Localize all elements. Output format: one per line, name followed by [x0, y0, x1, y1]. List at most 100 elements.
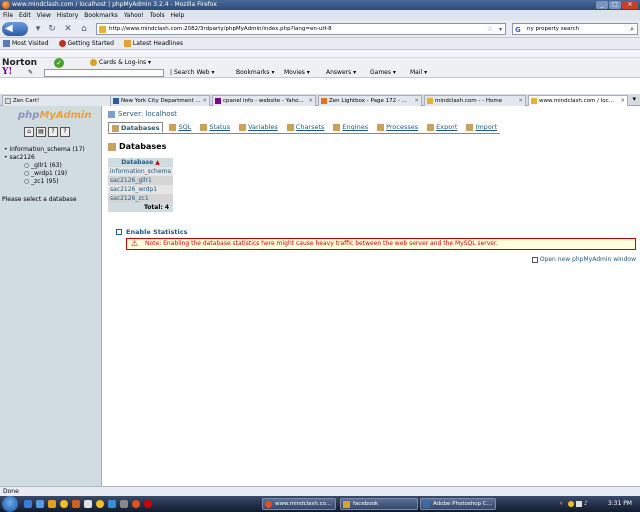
- menu-file[interactable]: File: [3, 12, 13, 19]
- menu-yahoo[interactable]: Yahoo!: [124, 12, 144, 19]
- google-icon[interactable]: G: [515, 25, 521, 36]
- home-icon[interactable]: ⌂: [24, 127, 34, 137]
- yahoo-movies[interactable]: Movies ▾: [284, 69, 310, 76]
- tab-list-icon[interactable]: ▾: [632, 95, 636, 103]
- tab-close-icon[interactable]: ✕: [518, 96, 523, 106]
- tree-subitem[interactable]: ○ _gllr1 (63): [4, 162, 85, 170]
- tray-expand-icon[interactable]: ‹: [560, 496, 562, 512]
- url-dropdown-icon[interactable]: ▾: [499, 24, 502, 35]
- tree-item-information-schema[interactable]: • information_schema (17): [4, 146, 85, 154]
- yahoo-logo[interactable]: Y!: [2, 67, 12, 77]
- taskbar-item-facebook[interactable]: facebook: [340, 498, 418, 510]
- tab-phpmyadmin-active[interactable]: www.mindclash.com / loc... ✕: [528, 95, 628, 106]
- maximize-button[interactable]: □: [609, 1, 621, 9]
- menu-help[interactable]: Help: [171, 12, 185, 19]
- norton-cards-button[interactable]: Cards & Log-ins ▾: [90, 59, 151, 66]
- search-input[interactable]: G ny property search ⌕: [512, 23, 638, 35]
- open-new-window-link[interactable]: Open new phpMyAdmin window: [531, 256, 636, 263]
- server-breadcrumb[interactable]: Server: localhost: [108, 110, 177, 118]
- tab-variables[interactable]: Variables: [236, 122, 281, 133]
- database-column-header[interactable]: Database ▲: [108, 158, 174, 167]
- menu-edit[interactable]: Edit: [19, 12, 31, 19]
- bookmark-latest-headlines[interactable]: Latest Headlines: [123, 40, 183, 47]
- tree-item-sac2126[interactable]: • sac2126: [4, 154, 85, 162]
- yahoo-bookmarks[interactable]: Bookmarks ▾: [236, 69, 274, 76]
- tab-close-icon[interactable]: ✕: [414, 96, 419, 106]
- quicklaunch-app-icon[interactable]: [96, 500, 104, 508]
- quicklaunch-explorer-icon[interactable]: [24, 500, 32, 508]
- enable-statistics-link[interactable]: Enable Statistics: [116, 228, 187, 236]
- tray-network-icon[interactable]: [576, 501, 582, 507]
- tab-cpanel-info[interactable]: cpanel info - website - Yaho... ✕: [212, 95, 316, 106]
- phpmyadmin-logo[interactable]: phpMyAdmin: [18, 110, 91, 121]
- yahoo-search-input[interactable]: [44, 69, 164, 77]
- tray-volume-icon[interactable]: ♪: [584, 496, 588, 512]
- close-button[interactable]: ✕: [622, 1, 638, 9]
- navigation-toolbar: ◀ ▾ ↻ ✕ ⌂ http://www.mindclash.com:2082/…: [0, 20, 640, 38]
- yahoo-mail[interactable]: Mail ▾: [410, 69, 427, 76]
- tab-close-icon[interactable]: ✕: [620, 96, 625, 106]
- bookmark-most-visited[interactable]: Most Visited: [3, 40, 49, 47]
- start-button[interactable]: [2, 496, 18, 512]
- home-icon[interactable]: ⌂: [78, 23, 90, 35]
- pencil-icon[interactable]: ✎: [28, 69, 33, 76]
- sql-docs-icon[interactable]: ?: [60, 127, 70, 137]
- quicklaunch-folder-icon[interactable]: [48, 500, 56, 508]
- tab-export[interactable]: Export: [424, 122, 460, 133]
- taskbar-clock[interactable]: 3:31 PM: [608, 496, 632, 512]
- tab-zen-lightbox[interactable]: Zen Lightbox - Page 172 - ... ✕: [318, 95, 422, 106]
- menu-bookmarks[interactable]: Bookmarks: [84, 12, 118, 19]
- taskbar-item-firefox[interactable]: www.mindclash.co...: [262, 498, 336, 510]
- docs-icon[interactable]: ?: [48, 127, 58, 137]
- tab-engines[interactable]: Engines: [330, 122, 371, 133]
- tab-mindclash-home[interactable]: mindclash.com - - Home ✕: [424, 95, 526, 106]
- tab-processes[interactable]: Processes: [374, 122, 421, 133]
- menu-tools[interactable]: Tools: [150, 12, 165, 19]
- norton-check-icon[interactable]: ✓: [54, 58, 64, 68]
- database-link[interactable]: sac2126_wrdp1: [108, 185, 174, 194]
- tab-charsets[interactable]: Charsets: [284, 122, 328, 133]
- yahoo-answers[interactable]: Answers ▾: [326, 69, 356, 76]
- tree-subitem[interactable]: ○ _zc1 (95): [4, 178, 85, 186]
- url-bar[interactable]: http://www.mindclash.com:2082/3rdparty/p…: [96, 23, 506, 35]
- bookmark-getting-started[interactable]: Getting Started: [58, 40, 114, 47]
- minimize-button[interactable]: _: [596, 1, 608, 9]
- quicklaunch-app-icon[interactable]: [84, 500, 92, 508]
- sql-query-icon[interactable]: ▤: [36, 127, 46, 137]
- quicklaunch-desktop-icon[interactable]: [36, 500, 44, 508]
- quicklaunch-ie-icon[interactable]: [108, 500, 116, 508]
- table-header-row: Database ▲: [108, 158, 174, 167]
- quicklaunch-app-icon[interactable]: [72, 500, 80, 508]
- tray-app-icon[interactable]: [568, 501, 574, 507]
- back-button[interactable]: ◀: [2, 22, 28, 36]
- menu-history[interactable]: History: [57, 12, 78, 19]
- task-label: Adobe Photoshop C...: [433, 501, 492, 507]
- quicklaunch-firefox-icon[interactable]: [132, 500, 140, 508]
- quicklaunch-messenger-icon[interactable]: [60, 500, 68, 508]
- tab-status[interactable]: Status: [197, 122, 233, 133]
- tab-nyc-department[interactable]: New York City Department ... ✕: [110, 95, 210, 106]
- search-icon[interactable]: ⌕: [630, 24, 634, 35]
- forward-dropdown-icon[interactable]: ▾: [32, 23, 44, 35]
- quicklaunch-app-icon[interactable]: [120, 500, 128, 508]
- tab-databases[interactable]: Databases: [108, 122, 164, 133]
- tab-import[interactable]: Import: [463, 122, 500, 133]
- reload-icon[interactable]: ↻: [46, 23, 58, 35]
- menu-view[interactable]: View: [37, 12, 51, 19]
- quicklaunch-app-icon[interactable]: [144, 500, 152, 508]
- site-icon: [113, 98, 119, 104]
- yahoo-search-web[interactable]: | Search Web ▾: [170, 69, 214, 76]
- taskbar-item-photoshop[interactable]: Adobe Photoshop C...: [420, 498, 496, 510]
- tab-close-icon[interactable]: ✕: [202, 96, 207, 106]
- folder-icon: [343, 501, 350, 508]
- stop-icon[interactable]: ✕: [62, 23, 74, 35]
- tab-sql[interactable]: SQL: [166, 122, 194, 133]
- database-link[interactable]: sac2126_zc1: [108, 194, 174, 203]
- tab-close-icon[interactable]: ✕: [308, 96, 313, 106]
- tree-subitem[interactable]: ○ _wrdp1 (19): [4, 170, 85, 178]
- database-link[interactable]: information_schema: [108, 167, 174, 176]
- database-link[interactable]: sac2126_gllr1: [108, 176, 174, 185]
- table-row: sac2126_zc1: [108, 194, 174, 203]
- bookmark-star-icon[interactable]: ☆: [487, 24, 493, 35]
- yahoo-games[interactable]: Games ▾: [370, 69, 396, 76]
